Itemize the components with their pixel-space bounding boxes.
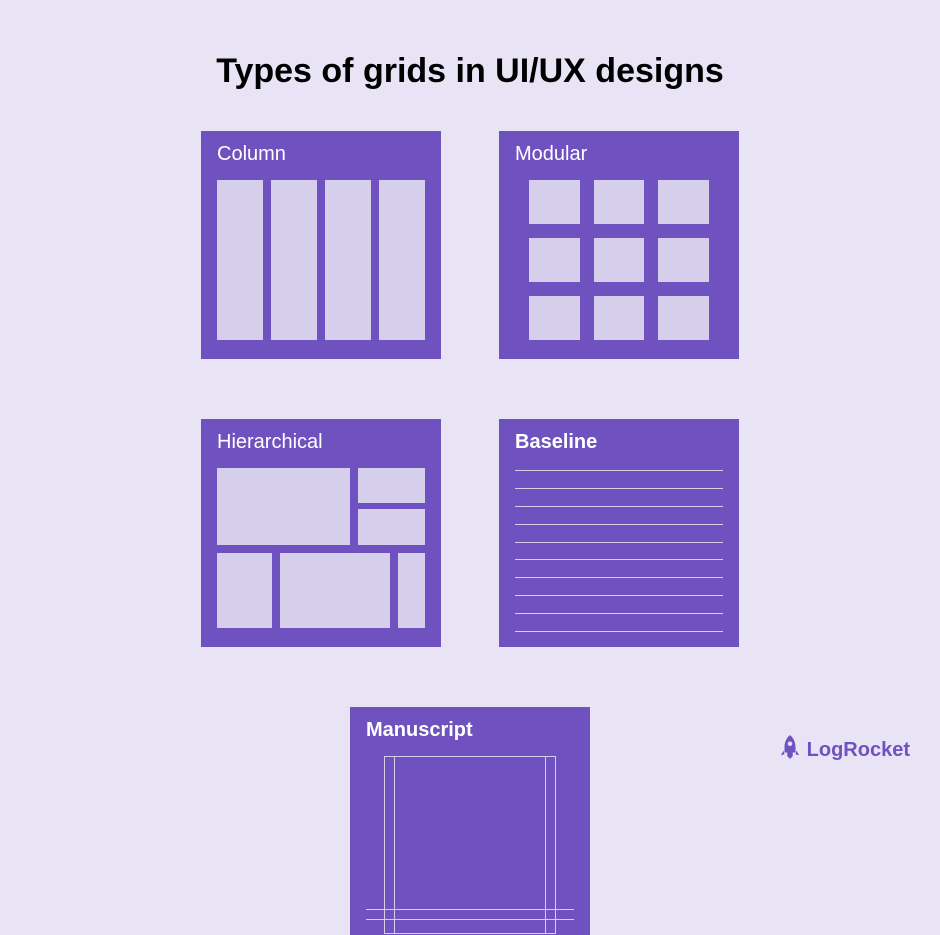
grid-card-column: Column xyxy=(201,131,441,359)
grids-container: Column Modular Hierarchical xyxy=(0,131,940,935)
hier-cell xyxy=(358,509,425,544)
modular-cell xyxy=(594,180,645,224)
hier-top-row xyxy=(217,468,425,545)
hierarchical-grid-diagram xyxy=(217,468,425,628)
column-cell xyxy=(325,180,371,340)
baseline-line xyxy=(515,631,723,632)
logrocket-logo: LogRocket xyxy=(779,734,910,766)
baseline-grid-diagram xyxy=(515,468,723,632)
grid-label-modular: Modular xyxy=(515,143,723,166)
grid-label-hierarchical: Hierarchical xyxy=(217,431,425,454)
baseline-line xyxy=(515,470,723,471)
grid-card-modular: Modular xyxy=(499,131,739,359)
hier-cell xyxy=(217,468,350,545)
hier-right-stack xyxy=(358,468,425,545)
grid-card-hierarchical: Hierarchical xyxy=(201,419,441,647)
manuscript-frame xyxy=(384,756,556,934)
logo-text: LogRocket xyxy=(807,739,910,762)
baseline-line xyxy=(515,613,723,614)
grid-card-baseline: Baseline xyxy=(499,419,739,647)
baseline-line xyxy=(515,542,723,543)
grid-label-baseline: Baseline xyxy=(515,431,723,454)
modular-cell xyxy=(658,296,709,340)
modular-cell xyxy=(529,180,580,224)
hier-cell xyxy=(398,553,425,628)
baseline-line xyxy=(515,577,723,578)
modular-cell xyxy=(658,180,709,224)
grid-label-column: Column xyxy=(217,143,425,166)
manuscript-hline xyxy=(366,909,574,910)
manuscript-hline xyxy=(366,919,574,920)
hier-cell xyxy=(280,553,390,628)
rocket-icon xyxy=(779,734,801,766)
manuscript-vline xyxy=(545,756,546,934)
column-cell xyxy=(217,180,263,340)
baseline-line xyxy=(515,524,723,525)
hier-bottom-row xyxy=(217,553,425,628)
manuscript-vline xyxy=(394,756,395,934)
modular-grid-diagram xyxy=(529,180,709,340)
baseline-line xyxy=(515,488,723,489)
modular-cell xyxy=(658,238,709,282)
modular-cell xyxy=(594,296,645,340)
modular-cell xyxy=(594,238,645,282)
page-title: Types of grids in UI/UX designs xyxy=(0,0,940,131)
manuscript-grid-diagram xyxy=(366,756,574,920)
hier-cell xyxy=(358,468,425,503)
baseline-line xyxy=(515,595,723,596)
baseline-line xyxy=(515,506,723,507)
modular-cell xyxy=(529,296,580,340)
baseline-line xyxy=(515,559,723,560)
grid-card-manuscript: Manuscript xyxy=(350,707,590,935)
column-cell xyxy=(271,180,317,340)
hier-cell xyxy=(217,553,272,628)
grid-label-manuscript: Manuscript xyxy=(366,719,574,742)
column-cell xyxy=(379,180,425,340)
column-grid-diagram xyxy=(217,180,425,340)
modular-cell xyxy=(529,238,580,282)
